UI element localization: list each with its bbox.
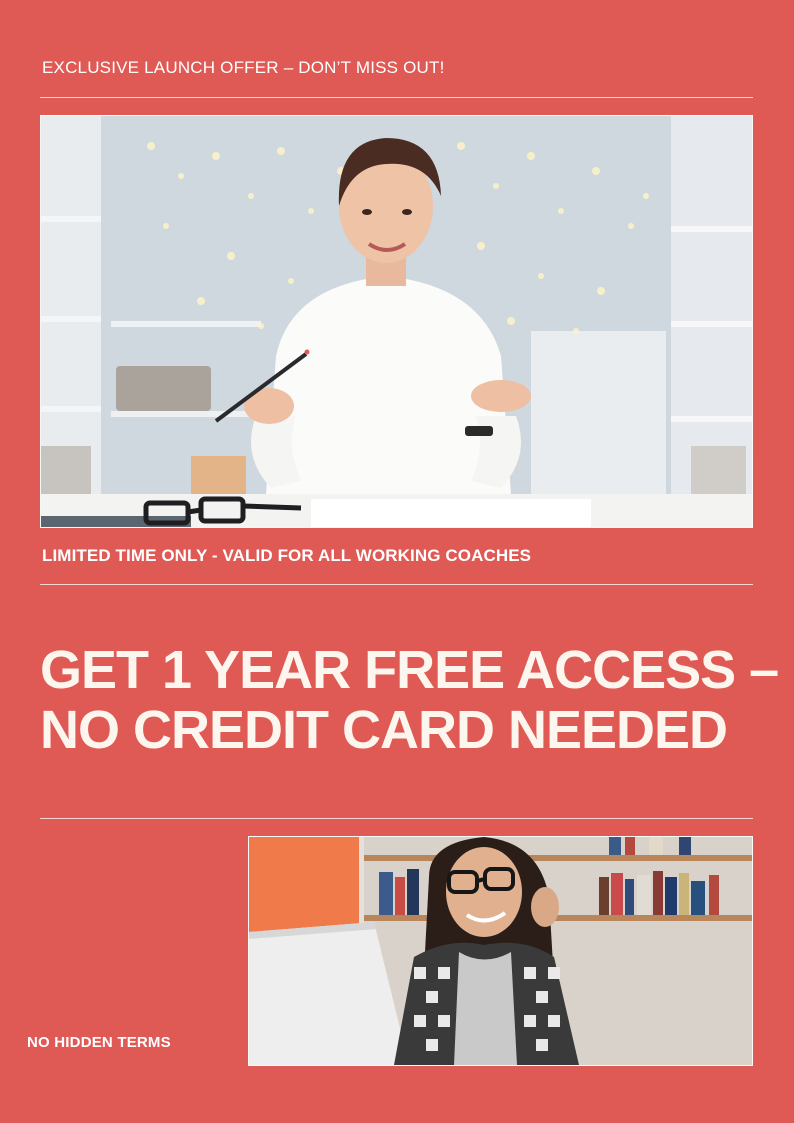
divider-top xyxy=(40,97,753,98)
headline-line-2: NO CREDIT CARD NEEDED xyxy=(40,700,728,760)
headline-line-1: GET 1 YEAR FREE ACCESS – xyxy=(40,640,779,700)
limited-time-subheading: LIMITED TIME ONLY - VALID FOR ALL WORKIN… xyxy=(42,546,532,565)
divider-middle xyxy=(40,584,753,585)
coach-hero-photo xyxy=(40,115,753,528)
main-headline: GET 1 YEAR FREE ACCESS – NO CREDIT CARD … xyxy=(40,640,779,760)
student-laptop-photo xyxy=(248,836,753,1066)
divider-bottom xyxy=(40,818,753,819)
offer-banner-text: EXCLUSIVE LAUNCH OFFER – DON’T MISS OUT! xyxy=(42,58,445,77)
no-hidden-terms-note: NO HIDDEN TERMS xyxy=(27,1034,171,1051)
